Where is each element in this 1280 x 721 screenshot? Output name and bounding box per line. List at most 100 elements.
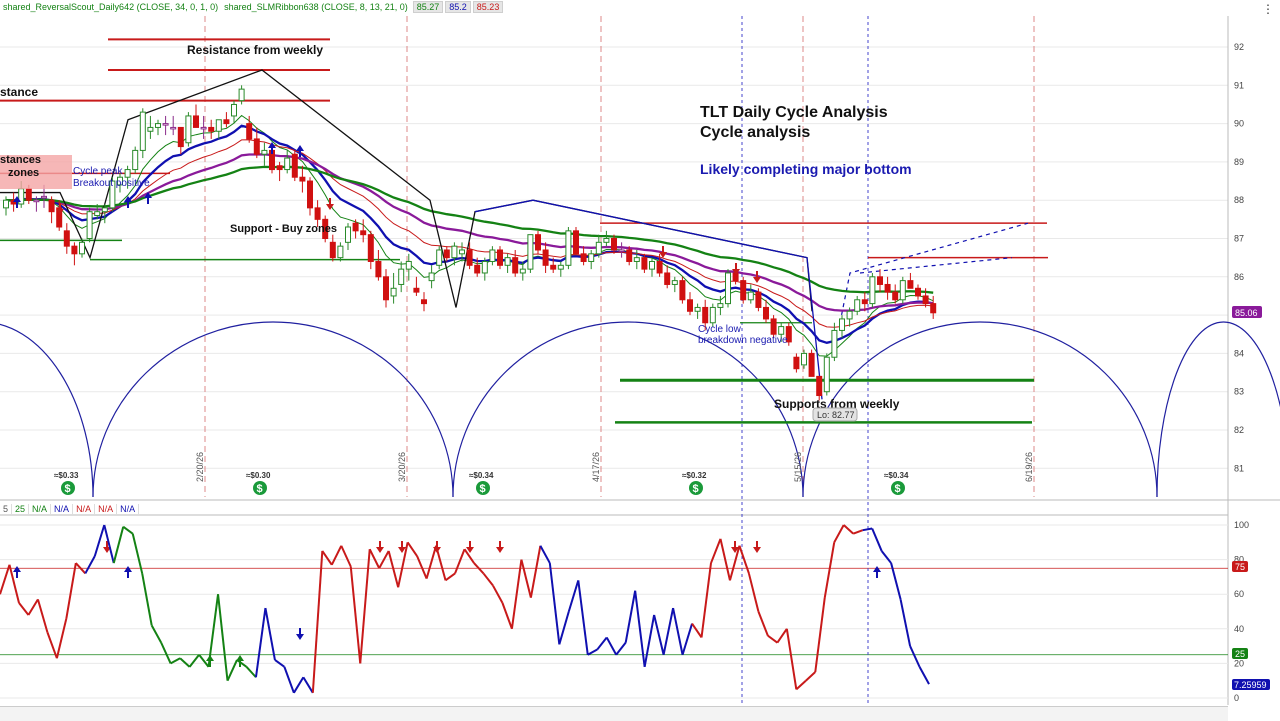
price-candle (618, 249, 625, 252)
price-candle (63, 230, 70, 247)
price-candle (86, 211, 93, 240)
cycle-arc (452, 321, 804, 498)
price-candle (687, 299, 693, 312)
price-candle (527, 234, 534, 270)
osc-segment (691, 623, 703, 639)
osc-segment (131, 533, 144, 574)
osc-segment (18, 602, 30, 616)
price-candle (360, 230, 367, 236)
price-candle (124, 169, 131, 178)
price-tick-label: 88 (1234, 195, 1244, 205)
price-candle (671, 280, 678, 285)
osc-segment (814, 597, 826, 673)
price-candle (854, 299, 861, 312)
osc-segment (0, 564, 11, 595)
price-candle (922, 295, 929, 305)
osc-segment (852, 529, 864, 535)
osc-segment (359, 549, 371, 664)
osc-segment (103, 524, 115, 564)
osc-segment (871, 528, 883, 552)
price-tick-label: 83 (1234, 387, 1244, 397)
price-candle (307, 180, 313, 209)
osc-segment (454, 548, 466, 574)
price-candle (641, 257, 648, 270)
osc-segment (55, 618, 68, 659)
dividend-markers: ≈$0.33 $ ≈$0.30 $ ≈$0.34 $ ≈$0.32 $ ≈$0.34 $ (54, 471, 909, 495)
price-candle (314, 207, 321, 220)
price-candle (603, 238, 610, 243)
chart-canvas: 818283848586878889909192020406080100 TLT… (0, 16, 1280, 705)
price-candle (185, 115, 192, 144)
sell-arrow (659, 246, 667, 258)
price-candle (877, 276, 883, 285)
resistance-zone-label-1: stances (0, 154, 41, 166)
osc-segment (529, 545, 542, 598)
osc-legend-4: N/A (73, 503, 96, 514)
osc-segment (482, 572, 494, 587)
price-candle (200, 126, 207, 130)
price-candle (261, 149, 268, 155)
dividend-label: ≈$0.34 (884, 471, 909, 480)
osc-segment (321, 550, 333, 566)
price-candle (740, 280, 747, 301)
price-candle (823, 356, 830, 393)
dollar-icon: $ (65, 483, 71, 495)
signal-arrows (13, 142, 881, 667)
cycle-peak-label-1: Cycle peak (73, 166, 123, 177)
sell-arrow (376, 541, 384, 553)
resistance-zone-label-2: zones (8, 167, 39, 179)
indicator-legend: shared_ReversalScout_Daily642 (CLOSE, 34… (0, 0, 504, 14)
price-candle (481, 260, 488, 274)
price-candle (664, 272, 671, 285)
osc-segment (36, 599, 49, 633)
legend-slm-ribbon[interactable]: shared_SLMRibbon638 (CLOSE, 8, 13, 21, 0… (221, 2, 411, 12)
price-tick-label: 86 (1234, 272, 1244, 282)
osc-segment (27, 598, 39, 616)
price-candle (709, 306, 716, 324)
osc-segment (577, 580, 589, 655)
price-candle (869, 276, 876, 305)
osc-segment (823, 542, 836, 598)
price-candle (147, 126, 154, 132)
price-candle (816, 375, 823, 397)
osc-segment (330, 545, 343, 566)
chart-title: TLT Daily Cycle Analysis (700, 104, 888, 121)
oscillator-grid (0, 524, 1228, 699)
price-candle (573, 230, 579, 255)
price-candle (884, 283, 891, 293)
osc-legend-2: N/A (29, 503, 52, 514)
more-vertical-icon[interactable]: ⋮ (1262, 2, 1274, 16)
osc-segment (615, 642, 627, 656)
price-candle (299, 176, 306, 182)
osc-segment (141, 573, 153, 626)
oscillator-line (0, 524, 930, 694)
price-candle (79, 241, 85, 255)
price-candle (846, 310, 853, 320)
osc-segment (501, 602, 513, 630)
sell-arrow (296, 628, 304, 640)
dividend-label: ≈$0.32 (682, 471, 707, 480)
date-label: 6/19/26 (1024, 452, 1034, 482)
price-candle (284, 157, 291, 171)
chart-scroll-strip[interactable] (0, 706, 1228, 721)
price-candle (94, 211, 101, 217)
osc-legend-1: 25 (12, 503, 30, 514)
dividend-label: ≈$0.30 (246, 471, 271, 480)
price-tick-label: 90 (1234, 119, 1244, 129)
last-price-badge-text: 85.06 (1235, 308, 1258, 318)
osc-segment (862, 527, 873, 532)
price-candle (337, 245, 344, 259)
price-candle (132, 149, 139, 171)
price-candle (763, 306, 769, 320)
buy-arrow (124, 566, 132, 578)
legend-value-3: 85.23 (472, 1, 504, 13)
price-candle (679, 280, 686, 301)
price-candle (892, 291, 899, 301)
chart-subtitle: Cycle analysis (700, 124, 810, 141)
legend-reversal-scout[interactable]: shared_ReversalScout_Daily642 (CLOSE, 34… (0, 2, 221, 12)
price-candle (291, 153, 298, 178)
dollar-icon: $ (693, 483, 699, 495)
price-candle (535, 234, 541, 251)
price-candle (907, 280, 914, 289)
date-label: 5/15/26 (793, 452, 803, 482)
